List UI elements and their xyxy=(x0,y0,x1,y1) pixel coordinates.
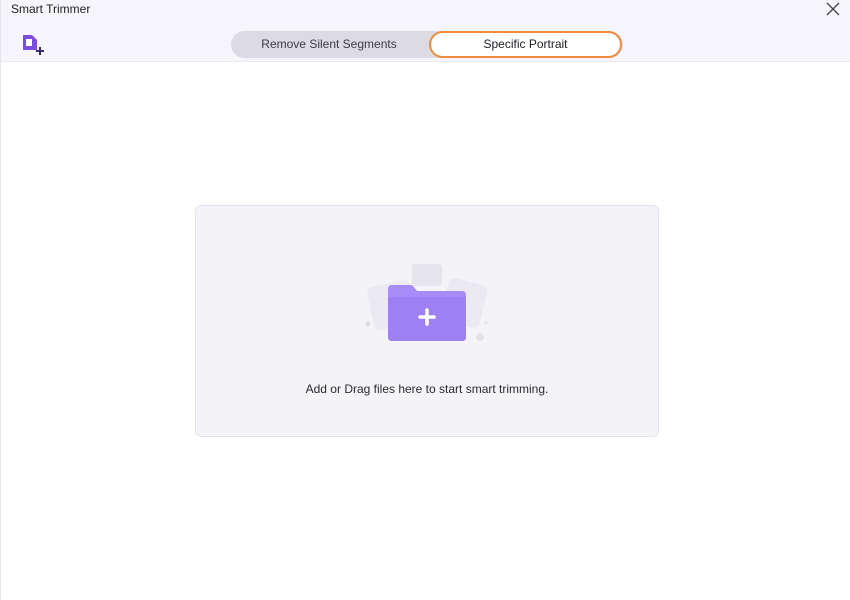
file-drop-zone[interactable]: Add or Drag files here to start smart tr… xyxy=(195,205,659,437)
smart-trimmer-window: Smart Trimmer Remove Silent Segments Spe… xyxy=(0,0,850,600)
folder-add-icon xyxy=(365,264,488,341)
file-add-icon xyxy=(23,35,44,55)
drop-instructions: Add or Drag files here to start smart tr… xyxy=(305,382,549,396)
close-icon xyxy=(826,2,840,16)
title-bar: Smart Trimmer Remove Silent Segments Spe… xyxy=(1,0,850,62)
tab-specific-portrait[interactable]: Specific Portrait xyxy=(429,31,622,58)
mode-tabs: Remove Silent Segments Specific Portrait xyxy=(231,31,623,58)
window-title: Smart Trimmer xyxy=(11,2,91,16)
close-button[interactable] xyxy=(823,1,843,19)
add-file-button[interactable] xyxy=(21,33,47,59)
tab-remove-silent-segments[interactable]: Remove Silent Segments xyxy=(231,31,427,58)
